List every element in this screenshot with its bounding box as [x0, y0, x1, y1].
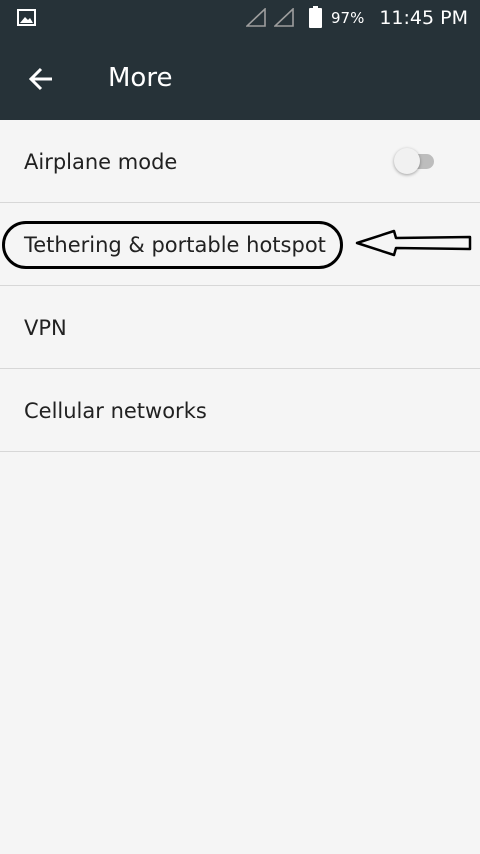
airplane-mode-label: Airplane mode — [24, 150, 178, 174]
tethering-hotspot-item[interactable]: Tethering & portable hotspot — [0, 203, 480, 286]
airplane-mode-toggle[interactable] — [394, 146, 442, 176]
page-title: More — [108, 63, 173, 93]
app-bar: More — [0, 36, 480, 120]
vpn-label: VPN — [24, 316, 67, 340]
tethering-hotspot-label: Tethering & portable hotspot — [24, 233, 326, 257]
settings-list: Airplane mode Tethering & portable hotsp… — [0, 120, 480, 452]
battery-icon — [309, 6, 322, 28]
cellular-networks-label: Cellular networks — [24, 399, 207, 423]
cellular-networks-item[interactable]: Cellular networks — [0, 369, 480, 452]
airplane-mode-item[interactable]: Airplane mode — [0, 120, 480, 203]
battery-percent: 97% — [331, 9, 365, 27]
status-bar: 97% 11:45 PM — [0, 0, 480, 36]
image-icon — [17, 9, 36, 26]
back-button[interactable] — [18, 56, 64, 102]
arrow-back-icon — [28, 67, 52, 91]
toggle-thumb — [394, 148, 420, 174]
clock: 11:45 PM — [379, 7, 468, 29]
signal-icon — [274, 8, 294, 27]
vpn-item[interactable]: VPN — [0, 286, 480, 369]
signal-icon — [246, 8, 266, 27]
